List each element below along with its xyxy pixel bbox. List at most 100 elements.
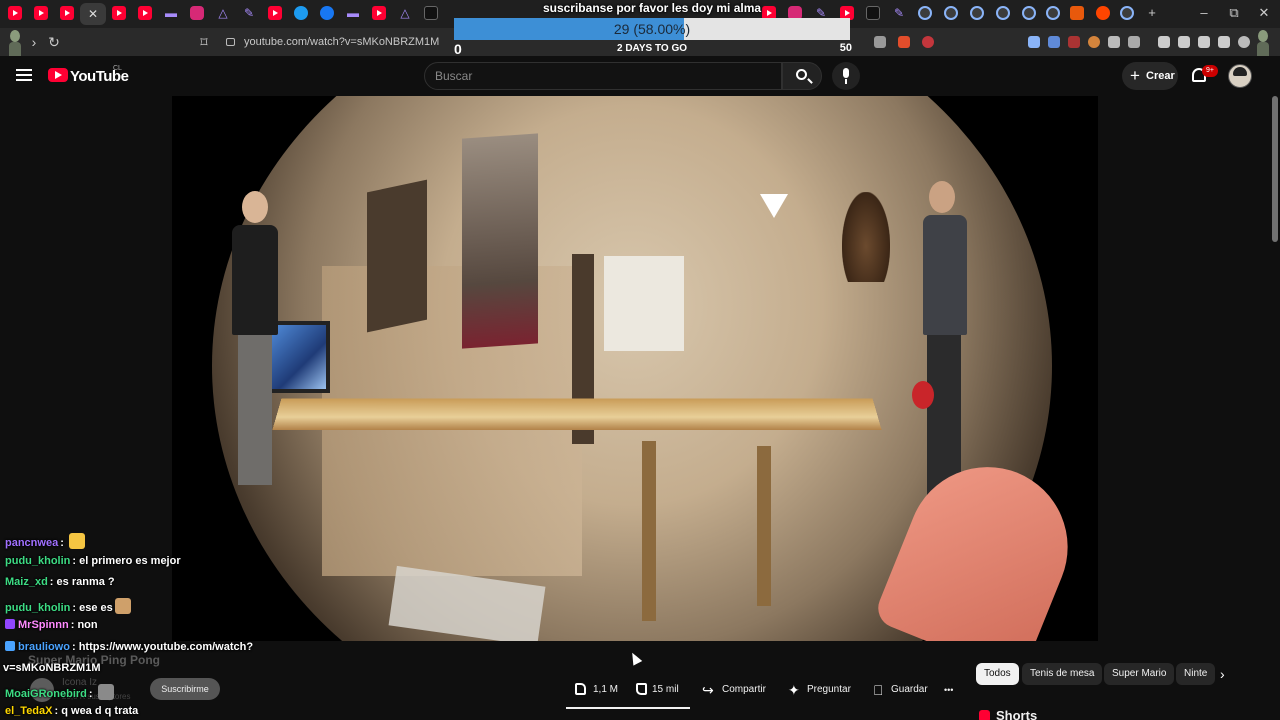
tab-generic-icon[interactable]: △ — [398, 6, 412, 20]
save-button[interactable]: ⎕ Guardar — [870, 676, 928, 704]
close-window-icon[interactable]: ✕ — [1254, 5, 1274, 21]
chat-separator: : — [71, 640, 79, 653]
chip-super-mario[interactable]: Super Mario — [1104, 663, 1175, 685]
page-scrollbar[interactable] — [1272, 96, 1278, 242]
reload-icon[interactable]: ↻ — [44, 32, 64, 52]
ask-button[interactable]: ✦ Preguntar — [786, 676, 852, 704]
new-tab-button[interactable]: + — [1142, 5, 1162, 20]
share-icon[interactable] — [874, 36, 886, 48]
chat-text: es ranma ? — [56, 576, 115, 588]
video-scene-table-leg — [757, 446, 771, 606]
chat-message: pudu_kholin: el primero es mejor — [5, 555, 181, 567]
tab-youtube-icon[interactable] — [268, 6, 282, 20]
site-info-icon[interactable] — [226, 38, 235, 46]
share-button[interactable]: ↪ Compartir — [700, 676, 770, 704]
tab-youtube-icon[interactable] — [60, 6, 74, 20]
tab-facebook-icon[interactable] — [320, 6, 334, 20]
youtube-logo-icon[interactable] — [48, 68, 68, 82]
chip-nintendo[interactable]: Ninte — [1176, 663, 1216, 685]
chat-username[interactable]: brauliowo — [18, 641, 70, 653]
chat-username[interactable]: pancnwea — [5, 537, 58, 549]
chip-todos[interactable]: Todos — [976, 663, 1019, 685]
tab-reddit-icon[interactable] — [1096, 6, 1110, 20]
create-label: Crear — [1146, 70, 1175, 82]
tab-youtube-icon[interactable] — [8, 6, 22, 20]
search-input[interactable]: Buscar — [424, 62, 782, 90]
tab-chrome-icon[interactable] — [1022, 6, 1036, 20]
minimize-window-icon[interactable]: – — [1194, 5, 1214, 20]
chevron-right-icon[interactable]: › — [1220, 666, 1225, 682]
menu-icon[interactable] — [16, 69, 32, 81]
search-icon — [796, 69, 807, 80]
chat-username[interactable]: el_TedaX — [5, 705, 53, 717]
shorts-section-title: Shorts — [996, 708, 1038, 720]
screenshot-icon[interactable] — [1128, 36, 1140, 48]
tab-instagram-icon[interactable] — [190, 6, 204, 20]
chat-text: v=sMKoNBRZM1M — [3, 662, 101, 674]
media-icon[interactable] — [1158, 36, 1170, 48]
puzzle-icon[interactable] — [1108, 36, 1120, 48]
tab-youtube-icon[interactable] — [138, 6, 152, 20]
chat-text: q wea d q trata — [61, 705, 139, 717]
tab-etsy-icon[interactable] — [1070, 6, 1084, 20]
sidebar-icon[interactable] — [1178, 36, 1190, 48]
tab-tiktok-icon[interactable] — [424, 6, 438, 20]
tab-chrome-icon[interactable] — [970, 6, 984, 20]
chip-tenis-de-mesa[interactable]: Tenis de mesa — [1022, 663, 1103, 685]
video-scene-whiteboard — [604, 256, 684, 351]
tab-feather-icon[interactable]: ✎ — [892, 6, 906, 20]
tab-chrome-icon[interactable] — [918, 6, 932, 20]
bookmark-save-icon: ⎕ — [874, 682, 883, 698]
extension-icon[interactable] — [1088, 36, 1100, 48]
search-button[interactable] — [782, 62, 822, 90]
forward-icon[interactable]: › — [24, 32, 44, 52]
tab-chrome-icon[interactable] — [944, 6, 958, 20]
tab-youtube-icon[interactable] — [372, 6, 386, 20]
chat-message: MoaiGRonebird: — [5, 683, 114, 700]
brave-shield-icon[interactable] — [898, 36, 910, 48]
restore-window-icon[interactable]: ⧉ — [1224, 5, 1244, 21]
chat-emote-icon — [97, 683, 114, 700]
chat-username[interactable]: pudu_kholin — [5, 602, 70, 614]
tab-generic-icon[interactable]: △ — [216, 6, 230, 20]
rewards-icon[interactable] — [922, 36, 934, 48]
chat-username[interactable]: Maiz_xd — [5, 576, 48, 588]
leo-ai-icon[interactable] — [1218, 36, 1230, 48]
create-button[interactable]: + Crear — [1122, 62, 1178, 90]
vpn-icon[interactable] — [1238, 36, 1250, 48]
share-label: Compartir — [722, 684, 766, 695]
tab-feather-icon[interactable]: ✎ — [242, 6, 256, 20]
voice-search-icon[interactable] — [832, 62, 860, 90]
tab-chrome-icon[interactable] — [1046, 6, 1060, 20]
chat-username[interactable]: pudu_kholin — [5, 555, 70, 567]
chat-message: pancnwea: — [5, 533, 85, 549]
tab-chrome-icon[interactable] — [1120, 6, 1134, 20]
tab-tiktok-icon[interactable] — [866, 6, 880, 20]
extension-icon[interactable] — [1068, 36, 1080, 48]
tab-youtube-icon[interactable] — [34, 6, 48, 20]
extension-icon[interactable] — [1048, 36, 1060, 48]
chat-text: https://www.youtube.com/watch? — [78, 640, 254, 653]
wallet-icon[interactable] — [1198, 36, 1210, 48]
like-button[interactable]: 1,1 M — [566, 676, 624, 704]
tab-twitter-icon[interactable] — [294, 6, 308, 20]
dislike-button[interactable]: 15 mil — [632, 676, 688, 704]
chat-username[interactable]: MrSpinnn — [18, 619, 69, 631]
tab-chrome-icon[interactable] — [996, 6, 1010, 20]
like-count: 1,1 M — [593, 684, 619, 695]
goal-countdown: 2 DAYS TO GO — [616, 43, 688, 54]
subscriber-goal-widget: suscribanse por favor les doy mi alma 29… — [452, 0, 852, 57]
video-player[interactable] — [172, 96, 1098, 641]
chat-username[interactable]: MoaiGRonebird — [5, 688, 87, 700]
tab-feather-icon[interactable]: ▬ — [164, 6, 178, 20]
translate-icon[interactable] — [1028, 36, 1040, 48]
video-scene-paddle — [912, 381, 934, 409]
more-actions-icon[interactable]: ••• — [944, 676, 964, 704]
tab-youtube-icon[interactable] — [112, 6, 126, 20]
bookmark-icon[interactable]: ⌑ — [194, 32, 214, 52]
video-scene-table-leg — [642, 441, 656, 621]
chat-message: v=sMKoNBRZM1M — [3, 662, 100, 674]
avatar[interactable] — [1228, 64, 1252, 88]
active-tab-close-icon[interactable]: ✕ — [80, 3, 106, 25]
tab-generic-icon[interactable]: ▬ — [346, 6, 360, 20]
